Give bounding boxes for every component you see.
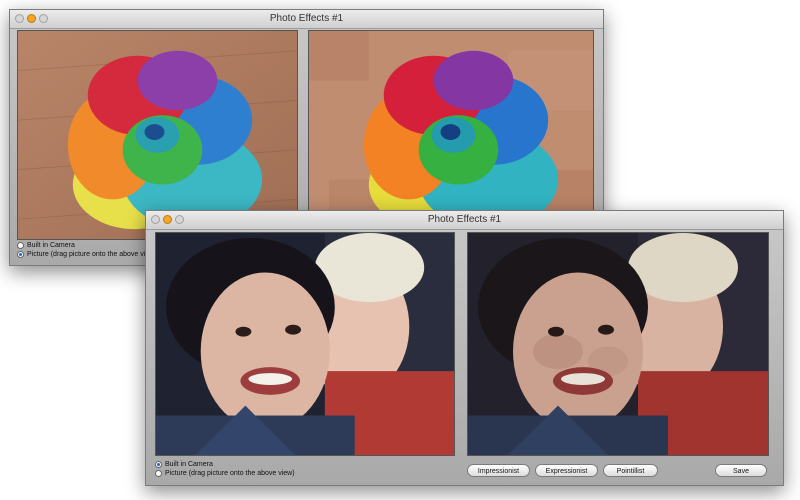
built-in-camera-label: Built in Camera	[165, 461, 213, 468]
pointillist-button[interactable]: Pointillist	[603, 464, 658, 477]
original-image-view[interactable]	[155, 232, 455, 456]
radio-picture[interactable]	[155, 470, 162, 477]
radio-picture[interactable]	[17, 251, 24, 258]
front-window: Photo Effects #1 Built in Camera Picture…	[145, 210, 784, 486]
original-image-view[interactable]	[17, 30, 298, 240]
window-title: Photo Effects #1	[269, 13, 344, 24]
back-window-titlebar[interactable]: Photo Effects #1	[10, 10, 603, 29]
picture-label: Picture (drag picture onto the above vie…	[165, 470, 295, 477]
children-painted	[468, 233, 768, 455]
children-photo	[156, 233, 454, 455]
built-in-camera-label: Built in Camera	[27, 242, 75, 249]
front-window-titlebar[interactable]: Photo Effects #1	[146, 211, 783, 230]
window-title: Photo Effects #1	[427, 214, 502, 225]
rose-painted	[309, 31, 593, 239]
save-button[interactable]: Save	[715, 464, 767, 477]
source-built-in-camera[interactable]: Built in Camera	[155, 461, 213, 468]
radio-built-in-camera[interactable]	[155, 461, 162, 468]
picture-label: Picture (drag picture onto the above vie…	[27, 251, 157, 258]
expressionist-button[interactable]: Expressionist	[535, 464, 598, 477]
source-built-in-camera[interactable]: Built in Camera	[17, 242, 75, 249]
effect-image-view[interactable]	[467, 232, 769, 456]
source-picture[interactable]: Picture (drag picture onto the above vie…	[155, 470, 295, 477]
radio-built-in-camera[interactable]	[17, 242, 24, 249]
effect-image-view[interactable]	[308, 30, 594, 240]
impressionist-button[interactable]: Impressionist	[467, 464, 530, 477]
source-picture[interactable]: Picture (drag picture onto the above vie…	[17, 251, 157, 258]
rose-photo	[18, 31, 297, 239]
